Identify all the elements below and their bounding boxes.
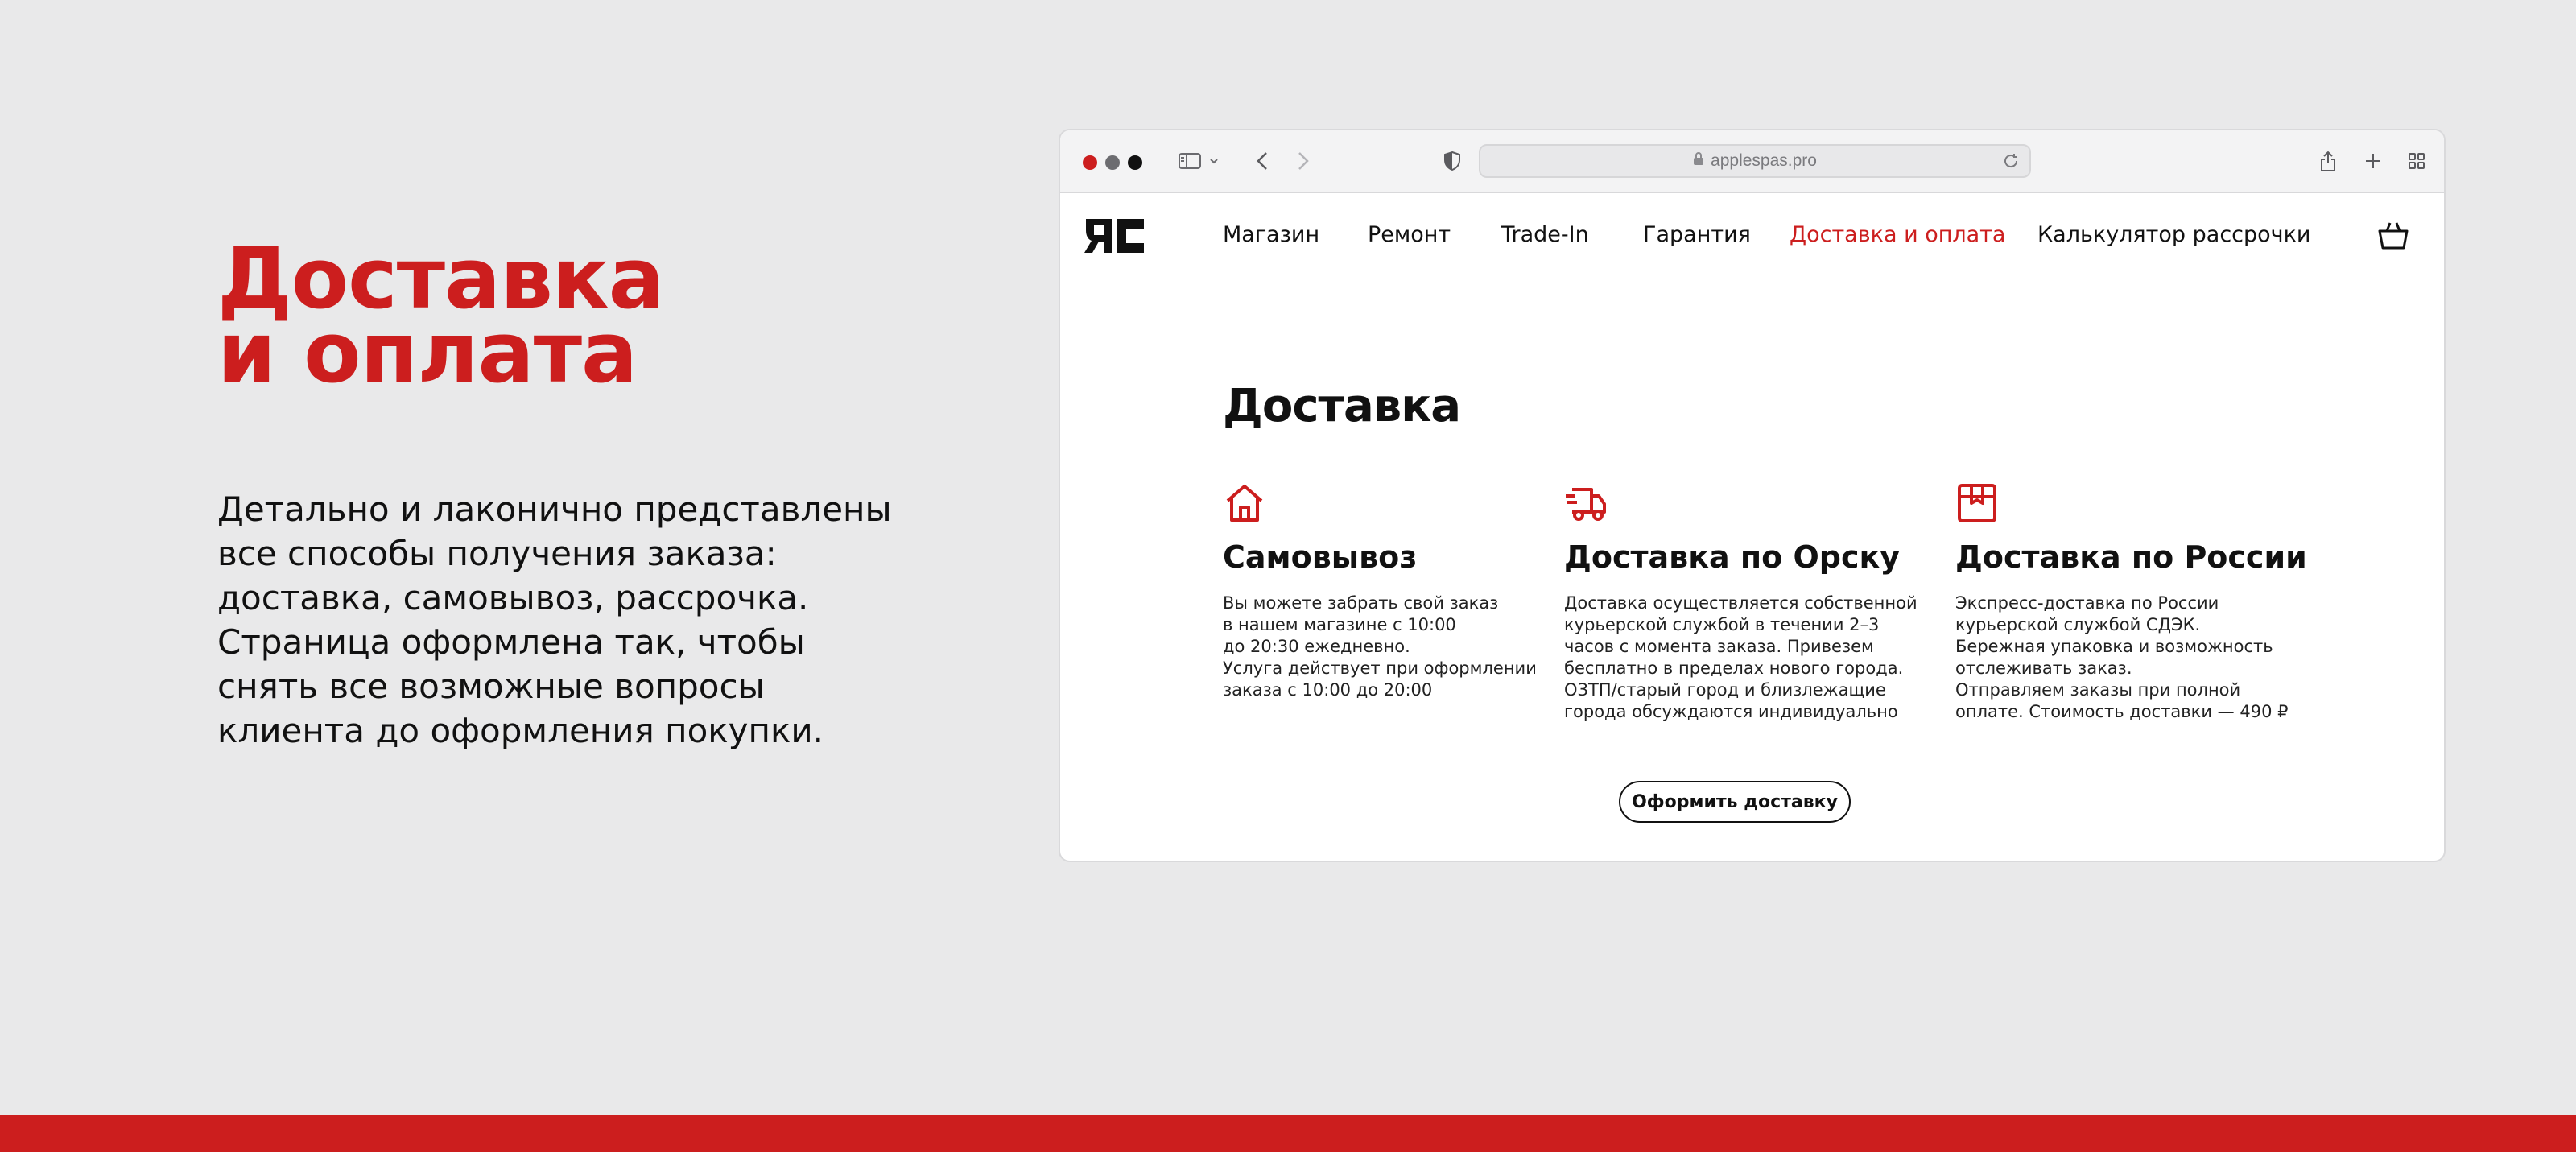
lock-icon: [1693, 151, 1704, 171]
description-line: бесплатно в пределах нового города.: [1564, 659, 1904, 678]
description-line: ОЗТП/старый город и близлежащие: [1564, 680, 1886, 700]
truck-icon: [1564, 481, 1608, 525]
description-line: до 20:30 ежедневно.: [1223, 637, 1410, 656]
description-line: Экспресс-доставка по России: [1955, 593, 2219, 613]
window-close-button[interactable]: [1083, 155, 1097, 170]
promo-title-line-2: и оплата: [217, 303, 638, 402]
delivery-option-russia: Доставка по России Экспресс-доставка по …: [1955, 481, 2307, 723]
package-icon: [1955, 481, 1999, 525]
promo-description-line: Страница оформлена так, чтобы: [217, 622, 805, 662]
promo-description-line: доставка, самовывоз, рассрочка.: [217, 578, 809, 617]
description-line: отслеживать заказ.: [1955, 659, 2132, 678]
delivery-option-description: Вы можете забрать свой заказ в нашем маг…: [1223, 593, 1537, 701]
window-zoom-button[interactable]: [1128, 155, 1142, 170]
nav-item-trade-in[interactable]: Trade-In: [1501, 222, 1589, 247]
description-line: в нашем магазине с 10:00: [1223, 615, 1456, 634]
description-line: Доставка осуществляется собственной: [1564, 593, 1918, 613]
promo-title: Доставка и оплата: [217, 237, 665, 402]
sidebar-toggle-icon[interactable]: [1176, 147, 1224, 175]
description-line: Отправляем заказы при полной: [1955, 680, 2241, 700]
browser-window: applespas.pro Магазин Ремонт Trade-In Га…: [1059, 129, 2446, 862]
site-navigation: Магазин Ремонт Trade-In Гарантия Доставк…: [1060, 193, 2444, 277]
promo-description-line: Детально и лаконично представлены: [217, 489, 892, 529]
url-text: applespas.pro: [1711, 151, 1817, 170]
delivery-option-title: Доставка по Орску: [1564, 539, 1901, 575]
window-minimize-button[interactable]: [1105, 155, 1120, 170]
footer-accent-bar: [0, 1115, 2576, 1152]
delivery-option-city: Доставка по Орску Доставка осуществляетс…: [1564, 481, 1918, 723]
description-line: заказа с 10:00 до 20:00: [1223, 680, 1433, 700]
reload-icon[interactable]: [2002, 152, 2020, 175]
description-line: города обсуждаются индивидуально: [1564, 702, 1898, 721]
tab-overview-icon[interactable]: [2405, 147, 2429, 175]
new-tab-icon[interactable]: [2361, 147, 2385, 175]
address-bar[interactable]: applespas.pro: [1479, 144, 2031, 178]
nav-item-delivery[interactable]: Доставка и оплата: [1790, 222, 2005, 247]
forward-arrow-icon[interactable]: [1291, 147, 1315, 175]
delivery-option-pickup: Самовывоз Вы можете забрать свой заказ в…: [1223, 481, 1537, 701]
promo-description-line: снять все возможные вопросы: [217, 667, 765, 706]
cart-basket-icon[interactable]: [2377, 219, 2409, 255]
nav-item-shop[interactable]: Магазин: [1223, 222, 1319, 247]
home-icon: [1223, 481, 1266, 525]
share-icon[interactable]: [2316, 147, 2340, 175]
description-line: курьерской службой в течении 2–3: [1564, 615, 1880, 634]
delivery-option-title: Самовывоз: [1223, 539, 1418, 575]
description-line: оплате. Стоимость доставки — 490 ₽: [1955, 702, 2289, 721]
delivery-option-title: Доставка по России: [1955, 539, 2307, 575]
description-line: курьерской службой СДЭК.: [1955, 615, 2201, 634]
promo-description: Детально и лаконично представлены все сп…: [217, 487, 926, 753]
promo-description-line: клиента до оформления покупки.: [217, 711, 824, 750]
delivery-option-description: Экспресс-доставка по России курьерской с…: [1955, 593, 2307, 723]
back-arrow-icon[interactable]: [1250, 147, 1274, 175]
description-line: Услуга действует при оформлении: [1223, 659, 1537, 678]
shield-icon[interactable]: [1440, 147, 1464, 175]
description-line: Вы можете забрать свой заказ: [1223, 593, 1499, 613]
description-line: Бережная упаковка и возможность: [1955, 637, 2273, 656]
promo-description-line: все способы получения заказа:: [217, 534, 777, 573]
nav-item-warranty[interactable]: Гарантия: [1643, 222, 1751, 247]
site-logo-icon[interactable]: [1084, 217, 1146, 254]
nav-item-installment-calculator[interactable]: Калькулятор рассрочки: [2037, 222, 2310, 247]
browser-toolbar: applespas.pro: [1060, 130, 2444, 193]
delivery-option-description: Доставка осуществляется собственной курь…: [1564, 593, 1918, 723]
description-line: часов с момента заказа. Привезем: [1564, 637, 1874, 656]
section-title: Доставка: [1223, 380, 1461, 432]
nav-item-repair[interactable]: Ремонт: [1368, 222, 1451, 247]
order-delivery-button[interactable]: Оформить доставку: [1619, 781, 1851, 823]
